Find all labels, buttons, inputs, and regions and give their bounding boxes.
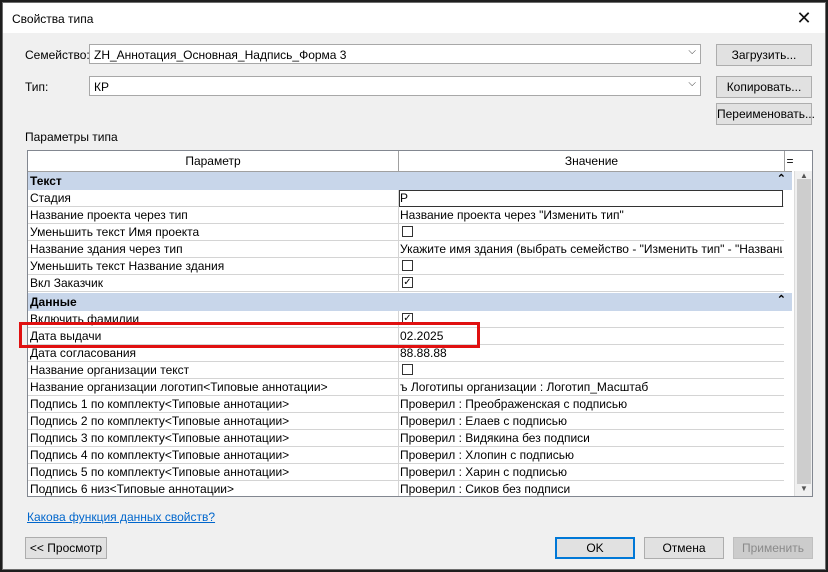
param-name: Вкл Заказчик [30,276,104,290]
table-row[interactable]: Название проекта через тип Название прое… [28,207,784,224]
cancel-button[interactable]: Отмена [644,537,724,559]
param-name: Подпись 5 по комплекту<Типовые аннотации… [30,465,290,479]
param-value[interactable]: Проверил : Елаев с подписью [400,414,782,428]
param-value[interactable]: ъ Логотипы организации : Логотип_Масштаб [400,380,782,394]
title-bar: Свойства типа ✕ [3,3,825,33]
table-row[interactable]: Название здания через тип Укажите имя зд… [28,241,784,258]
table-row[interactable]: Название организации логотип<Типовые анн… [28,379,784,396]
param-name: Название здания через тип [30,242,183,256]
load-button[interactable]: Загрузить... [716,44,812,66]
family-label: Семейство: [25,48,90,62]
type-properties-dialog: Свойства типа ✕ Семейство: ZH_Аннотация_… [2,2,826,570]
table-row[interactable]: Подпись 5 по комплекту<Типовые аннотации… [28,464,784,481]
param-name: Подпись 4 по комплекту<Типовые аннотации… [30,448,290,462]
param-name: Подпись 3 по комплекту<Типовые аннотации… [30,431,290,445]
param-name: Подпись 2 по комплекту<Типовые аннотации… [30,414,290,428]
param-value[interactable]: Проверил : Сиков без подписи [400,482,782,496]
table-row[interactable]: Подпись 1 по комплекту<Типовые аннотации… [28,396,784,413]
checkbox-checked[interactable]: ✓ [402,277,413,288]
scrollbar-thumb[interactable] [797,179,811,484]
type-label: Тип: [25,80,49,94]
table-row[interactable]: Подпись 4 по комплекту<Типовые аннотации… [28,447,784,464]
param-name: Подпись 1 по комплекту<Типовые аннотации… [30,397,290,411]
highlight-box [19,322,480,348]
checkbox[interactable] [402,260,413,271]
table-row[interactable]: Уменьшить текст Название здания [28,258,784,275]
preview-button[interactable]: << Просмотр [25,537,107,559]
help-link[interactable]: Какова функция данных свойств? [27,510,215,524]
scroll-down-icon[interactable]: ▼ [795,484,812,496]
close-icon[interactable]: ✕ [793,7,815,29]
param-name: Дата согласования [30,346,137,360]
table-row[interactable]: Вкл Заказчик ✓ [28,275,784,292]
checkbox[interactable] [402,226,413,237]
group-text[interactable]: Текст ⌃ [28,172,792,190]
group-data[interactable]: Данные ⌃ [28,293,792,311]
param-value[interactable]: Проверил : Харин с подписью [400,465,782,479]
param-value[interactable]: Р [400,191,782,205]
checkbox[interactable] [402,364,413,375]
param-value[interactable]: 88.88.88 [400,346,782,360]
type-value: КР [94,80,109,94]
param-value[interactable]: Название проекта через "Изменить тип" [400,208,782,222]
dialog-title: Свойства типа [12,12,94,26]
group-label: Текст [30,174,62,188]
column-value[interactable]: Значение [399,151,785,171]
param-value[interactable]: Проверил : Хлопин с подписью [400,448,782,462]
copy-button[interactable]: Копировать... [716,76,812,98]
table-row[interactable]: Подпись 6 низ<Типовые аннотации> Провери… [28,481,784,496]
family-select[interactable]: ZH_Аннотация_Основная_Надпись_Форма 3 ⌵ [89,44,701,64]
param-name: Уменьшить текст Имя проекта [30,225,200,239]
type-parameters-label: Параметры типа [25,130,118,144]
table-row[interactable]: Название организации текст [28,362,784,379]
family-value: ZH_Аннотация_Основная_Надпись_Форма 3 [94,48,347,62]
param-value[interactable]: Проверил : Видякина без подписи [400,431,782,445]
param-name: Название проекта через тип [30,208,188,222]
group-label: Данные [30,295,77,309]
param-name: Подпись 6 низ<Типовые аннотации> [30,482,235,496]
param-value[interactable]: Укажите имя здания (выбрать семейство - … [400,242,782,256]
table-row[interactable]: Подпись 3 по комплекту<Типовые аннотации… [28,430,784,447]
param-name: Название организации текст [30,363,190,377]
column-parameter[interactable]: Параметр [28,151,399,171]
table-row[interactable]: Стадия Р [28,190,784,207]
param-name: Уменьшить текст Название здания [30,259,225,273]
table-row[interactable]: Уменьшить текст Имя проекта [28,224,784,241]
apply-button[interactable]: Применить [733,537,813,559]
table-row[interactable]: Подпись 2 по комплекту<Типовые аннотации… [28,413,784,430]
param-name: Название организации логотип<Типовые анн… [30,380,328,394]
param-value[interactable]: Проверил : Преображенская с подписью [400,397,782,411]
type-select[interactable]: КР ⌵ [89,76,701,96]
chevron-down-icon: ⌵ [688,78,696,89]
param-name: Стадия [30,191,71,205]
rename-button[interactable]: Переименовать... [716,103,815,125]
column-menu-icon[interactable]: = [785,151,795,171]
vertical-scrollbar[interactable]: ▲ ▼ [794,171,812,496]
ok-button[interactable]: OK [555,537,635,559]
collapse-icon[interactable]: ⌃ [777,172,786,185]
chevron-down-icon: ⌵ [688,46,696,57]
grid-header: Параметр Значение = [28,151,795,172]
collapse-icon[interactable]: ⌃ [777,293,786,306]
